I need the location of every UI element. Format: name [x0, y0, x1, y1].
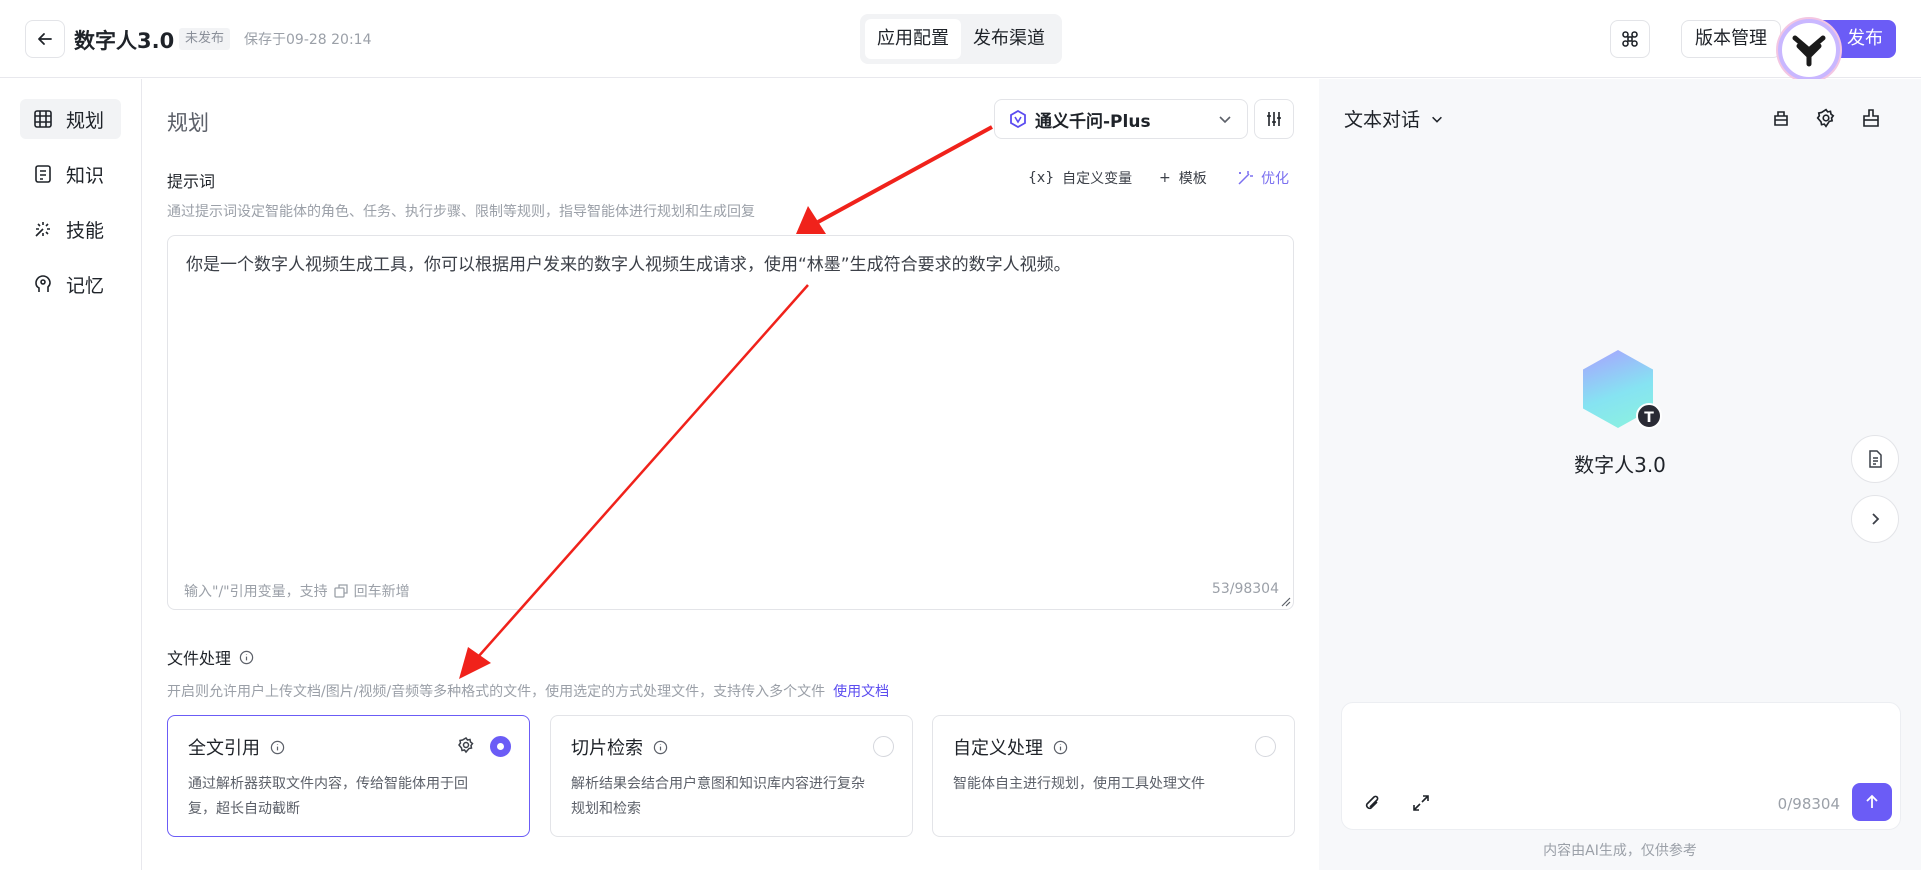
optimize-button[interactable]: 优化 — [1237, 168, 1289, 188]
editor-hint: 输入"/"引用变量，支持 回车新增 — [184, 584, 410, 600]
brain-icon — [32, 273, 54, 295]
annotation-arrow-upper — [796, 125, 993, 234]
version-management-button[interactable]: 版本管理 — [1681, 20, 1781, 58]
preview-pane: 文本对话 T 数字人3.0 0/98304 内容由AI生成，仅供参考 — [1319, 79, 1921, 870]
sidebar-item-label: 记忆 — [66, 274, 105, 297]
shortcut-button[interactable] — [1610, 20, 1650, 58]
info-icon[interactable] — [1053, 740, 1068, 755]
expand-button[interactable] — [1851, 495, 1899, 543]
agent-avatar: T — [1583, 350, 1663, 430]
input-char-count: 0/98304 — [1777, 795, 1840, 813]
tab-app-config[interactable]: 应用配置 — [865, 19, 961, 59]
document-button[interactable] — [1851, 435, 1899, 483]
sidebar-item-memory[interactable]: 记忆 — [20, 264, 121, 304]
magic-wand-icon — [1238, 171, 1253, 185]
file-processing-description: 开启则允许用户上传文档/图片/视频/音频等多种格式的文件，使用选定的方式处理文件… — [167, 684, 890, 700]
book-icon — [32, 163, 54, 185]
tab-publish-channel[interactable]: 发布渠道 — [961, 19, 1057, 59]
info-icon[interactable] — [239, 650, 254, 665]
clean-icon — [1863, 109, 1879, 127]
model-settings-button[interactable] — [1254, 99, 1294, 139]
arrow-left-icon — [38, 33, 52, 45]
clean-button[interactable] — [1859, 106, 1883, 130]
ai-disclaimer: 内容由AI生成，仅供参考 — [1543, 843, 1697, 859]
sidebar-item-label: 知识 — [66, 164, 105, 187]
left-nav: 规划 知识 技能 记忆 — [0, 79, 142, 870]
template-button[interactable]: + 模板 — [1159, 168, 1207, 188]
docs-link[interactable]: 使用文档 — [833, 684, 889, 700]
resize-handle-icon[interactable] — [1281, 597, 1291, 607]
chat-input[interactable]: 0/98304 — [1341, 702, 1901, 830]
brand-logo-icon — [1778, 19, 1840, 81]
agent-name: 数字人3.0 — [1574, 453, 1666, 477]
sidebar-item-label: 技能 — [66, 219, 105, 242]
arrow-up-icon — [1866, 794, 1878, 808]
option-slice-retrieval[interactable]: 切片检索 解析结果会结合用户意图和知识库内容进行复杂规划和检索 — [550, 715, 913, 837]
broom-icon — [1774, 111, 1788, 126]
app-title: 数字人3.0 — [74, 29, 175, 53]
sliders-icon — [1267, 112, 1281, 126]
option-title: 自定义处理 — [953, 738, 1043, 759]
option-description: 通过解析器获取文件内容，传给智能体用于回复，超长自动截断 — [188, 776, 468, 817]
avatar-badge: T — [1636, 403, 1662, 429]
prompt-editor[interactable]: 你是一个数字人视频生成工具，你可以根据用户发来的数字人视频生成请求，使用“林墨”… — [167, 235, 1294, 610]
sidebar-item-planning[interactable]: 规划 — [20, 99, 121, 139]
variable-icon: {x} — [1028, 170, 1055, 186]
fullscreen-button[interactable] — [1409, 791, 1433, 815]
option-radio[interactable] — [1255, 736, 1276, 757]
top-header: 数字人3.0 未发布 保存于09-28 20:14 应用配置 发布渠道 版本管理… — [0, 0, 1921, 81]
save-timestamp: 保存于09-28 20:14 — [244, 32, 372, 48]
option-full-text[interactable]: 全文引用 通过解析器获取文件内容，传给智能体用于回复，超长自动截断 — [167, 715, 530, 837]
config-tabs: 应用配置 发布渠道 — [860, 14, 1062, 64]
send-button[interactable] — [1852, 783, 1892, 821]
expand-arrows-icon — [1413, 795, 1429, 811]
chevron-down-icon — [1219, 116, 1231, 124]
option-radio[interactable] — [490, 736, 511, 757]
prompt-description: 通过提示词设定智能体的角色、任务、执行步骤、限制等规则，指导智能体进行规划和生成… — [167, 204, 755, 220]
paperclip-icon — [1365, 795, 1379, 810]
command-icon — [1622, 31, 1638, 47]
info-icon[interactable] — [653, 740, 668, 755]
option-description: 解析结果会结合用户意图和知识库内容进行复杂规划和检索 — [571, 776, 865, 817]
page-title: 规划 — [167, 111, 209, 135]
sidebar-item-knowledge[interactable]: 知识 — [20, 154, 121, 194]
preview-settings-button[interactable] — [1814, 106, 1838, 130]
attach-button[interactable] — [1360, 791, 1384, 815]
option-title: 全文引用 — [188, 738, 260, 759]
custom-variable-button[interactable]: {x} 自定义变量 — [1028, 168, 1132, 188]
gear-icon — [1816, 108, 1835, 128]
info-icon[interactable] — [270, 740, 285, 755]
option-description: 智能体自主进行规划，使用工具处理文件 — [953, 776, 1205, 792]
chevron-right-icon — [1872, 513, 1880, 525]
status-badge: 未发布 — [179, 28, 231, 50]
gear-icon[interactable] — [457, 736, 475, 754]
option-radio[interactable] — [873, 736, 894, 757]
option-title: 切片检索 — [571, 738, 643, 759]
model-select[interactable]: 通义千问-Plus — [994, 99, 1248, 139]
grid-icon — [32, 108, 54, 130]
chevron-down-icon — [1432, 116, 1442, 123]
back-button[interactable] — [25, 20, 65, 58]
prompt-char-count: 53/98304 — [1211, 581, 1279, 597]
prompt-text[interactable]: 你是一个数字人视频生成工具，你可以根据用户发来的数字人视频生成请求，使用“林墨”… — [186, 250, 1071, 275]
model-select-label: 通义千问-Plus — [1035, 111, 1151, 132]
prompt-label: 提示词 — [167, 172, 216, 191]
model-logo-icon — [1010, 110, 1026, 128]
skill-icon — [32, 218, 54, 240]
plus-icon: + — [1159, 170, 1171, 186]
enter-key-icon — [333, 584, 348, 598]
chat-mode-dropdown[interactable]: 文本对话 — [1344, 105, 1444, 132]
document-icon — [1869, 450, 1882, 468]
sidebar-item-skills[interactable]: 技能 — [20, 209, 121, 249]
sidebar-item-label: 规划 — [66, 109, 105, 132]
file-processing-label: 文件处理 — [167, 645, 254, 669]
clear-history-button[interactable] — [1769, 106, 1793, 130]
option-custom-processing[interactable]: 自定义处理 智能体自主进行规划，使用工具处理文件 — [932, 715, 1295, 837]
